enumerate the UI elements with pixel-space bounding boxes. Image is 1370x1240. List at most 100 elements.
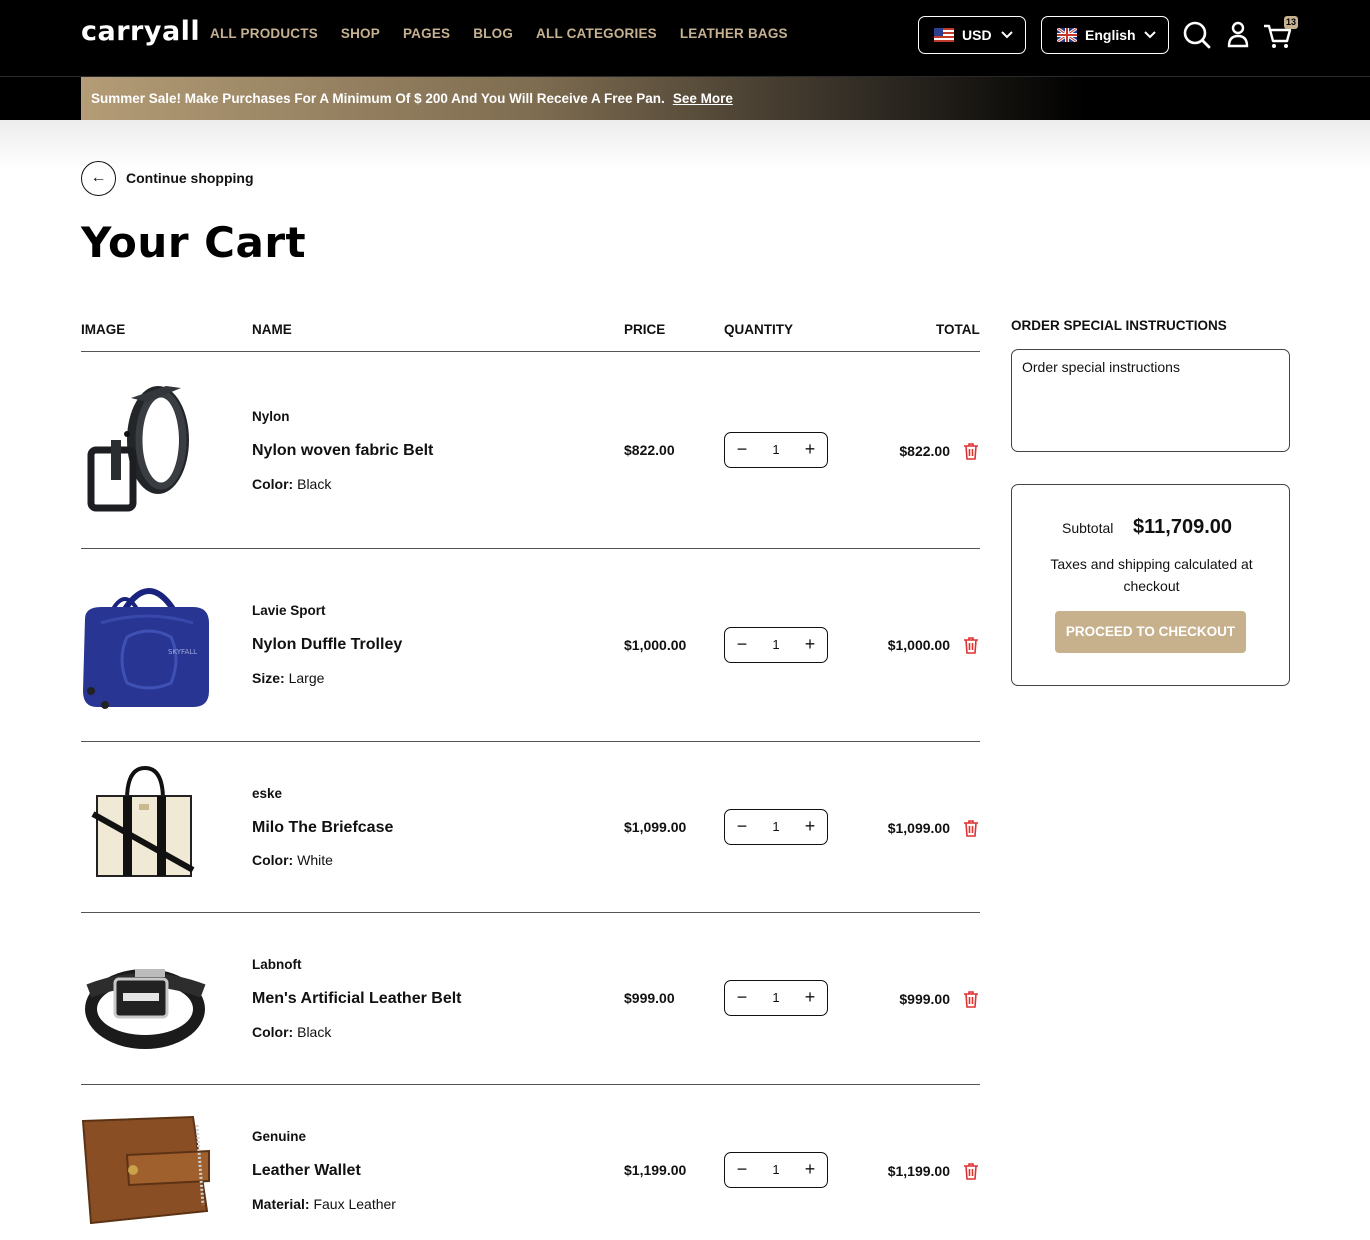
nav-pages[interactable]: PAGES	[403, 26, 450, 41]
user-icon[interactable]	[1222, 18, 1254, 52]
promo-see-more-link[interactable]: See More	[673, 91, 733, 106]
increase-quantity-button[interactable]: +	[795, 981, 825, 1014]
quantity-input[interactable]	[759, 628, 793, 661]
product-image-leather-belt[interactable]	[81, 961, 211, 1053]
language-select[interactable]: English	[1041, 16, 1169, 54]
nav-shop[interactable]: SHOP	[341, 26, 380, 41]
decrease-quantity-button[interactable]: −	[727, 1153, 757, 1186]
quantity-stepper: − +	[724, 980, 828, 1016]
promo-message: Summer Sale! Make Purchases For A Minimu…	[91, 91, 665, 106]
col-header-total: TOTAL	[936, 322, 980, 337]
back-arrow-button[interactable]: ←	[81, 161, 116, 196]
quantity-stepper: − +	[724, 809, 828, 845]
increase-quantity-button[interactable]: +	[795, 810, 825, 843]
search-icon[interactable]	[1181, 18, 1213, 52]
product-price: $1,199.00	[624, 1162, 687, 1178]
col-header-quantity: QUANTITY	[724, 322, 793, 337]
decrease-quantity-button[interactable]: −	[727, 433, 757, 466]
cart-row: Genuine Leather Wallet Material: Faux Le…	[81, 1085, 980, 1240]
product-name[interactable]: Men's Artificial Leather Belt	[252, 990, 461, 1008]
proceed-to-checkout-button[interactable]: PROCEED TO CHECKOUT	[1055, 611, 1246, 653]
option-label: Color:	[252, 476, 294, 492]
option-label: Material:	[252, 1196, 310, 1212]
cart-row: eske Milo The Briefcase Color: White $1,…	[81, 742, 980, 912]
increase-quantity-button[interactable]: +	[795, 628, 825, 661]
subtotal-label: Subtotal	[1062, 520, 1114, 536]
product-vendor: Labnoft	[252, 957, 302, 972]
product-option: Color: White	[252, 852, 333, 868]
page-title: Your Cart	[81, 218, 307, 267]
product-vendor: Lavie Sport	[252, 603, 326, 618]
trash-icon[interactable]	[963, 819, 979, 837]
trash-icon[interactable]	[963, 636, 979, 654]
product-image-duffle-trolley[interactable]: SKYFALL	[81, 579, 211, 711]
product-name[interactable]: Nylon woven fabric Belt	[252, 442, 433, 460]
continue-shopping-link[interactable]: Continue shopping	[126, 170, 254, 186]
col-header-price: PRICE	[624, 322, 666, 337]
header-shadow	[0, 120, 1370, 170]
option-value: Black	[297, 476, 332, 492]
nav-blog[interactable]: BLOG	[473, 26, 513, 41]
option-value: Large	[288, 670, 325, 686]
trash-icon[interactable]	[963, 990, 979, 1008]
increase-quantity-button[interactable]: +	[795, 433, 825, 466]
us-flag-icon	[934, 28, 954, 42]
decrease-quantity-button[interactable]: −	[727, 810, 757, 843]
line-total: $1,099.00	[887, 820, 950, 836]
product-name[interactable]: Leather Wallet	[252, 1162, 361, 1180]
nav-all-categories[interactable]: ALL CATEGORIES	[536, 26, 657, 41]
product-image-nylon-belt[interactable]	[81, 378, 211, 518]
product-option: Color: Black	[252, 1024, 331, 1040]
cart-count-badge: 13	[1284, 16, 1298, 29]
trash-icon[interactable]	[963, 1162, 979, 1180]
product-vendor: eske	[252, 786, 283, 801]
language-value: English	[1085, 27, 1136, 43]
nav-all-products[interactable]: ALL PRODUCTS	[210, 26, 318, 41]
svg-text:SKYFALL: SKYFALL	[168, 648, 197, 656]
uk-flag-icon	[1057, 28, 1077, 42]
product-price: $999.00	[624, 990, 675, 1006]
product-name[interactable]: Nylon Duffle Trolley	[252, 636, 402, 654]
option-value: White	[297, 852, 333, 868]
option-label: Size:	[252, 670, 285, 686]
product-option: Color: Black	[252, 476, 331, 492]
line-total: $822.00	[899, 443, 950, 459]
currency-select[interactable]: USD	[918, 16, 1026, 54]
cart-row: SKYFALL Lavie Sport Nylon Duffle Trolley…	[81, 549, 980, 741]
main-nav: ALL PRODUCTS SHOP PAGES BLOG ALL CATEGOR…	[210, 26, 811, 41]
product-price: $1,099.00	[624, 819, 687, 835]
nav-leather-bags[interactable]: LEATHER BAGS	[680, 26, 788, 41]
product-option: Size: Large	[252, 670, 324, 686]
decrease-quantity-button[interactable]: −	[727, 628, 757, 661]
option-label: Color:	[252, 852, 294, 868]
quantity-stepper: − +	[724, 1152, 828, 1188]
option-value: Faux Leather	[313, 1196, 396, 1212]
decrease-quantity-button[interactable]: −	[727, 981, 757, 1014]
promo-banner: Summer Sale! Make Purchases For A Minimu…	[81, 77, 1370, 120]
trash-icon[interactable]	[963, 442, 979, 460]
chevron-down-icon	[1001, 31, 1013, 39]
subtotal-value: $11,709.00	[1133, 516, 1232, 538]
promo-bar: Summer Sale! Make Purchases For A Minimu…	[0, 77, 1370, 120]
increase-quantity-button[interactable]: +	[795, 1153, 825, 1186]
special-instructions-textarea[interactable]	[1011, 349, 1290, 452]
quantity-stepper: − +	[724, 432, 828, 468]
quantity-input[interactable]	[759, 810, 793, 843]
currency-value: USD	[962, 27, 992, 43]
product-image-leather-wallet[interactable]	[81, 1115, 211, 1225]
cart-row: Nylon Nylon woven fabric Belt Color: Bla…	[81, 352, 980, 548]
product-image-briefcase[interactable]	[81, 766, 211, 880]
product-name[interactable]: Milo The Briefcase	[252, 819, 393, 837]
line-total: $1,000.00	[887, 637, 950, 653]
product-price: $1,000.00	[624, 637, 687, 653]
logo[interactable]: carryall	[81, 16, 200, 47]
line-total: $1,199.00	[887, 1163, 950, 1179]
product-vendor: Nylon	[252, 409, 290, 424]
promo-text: Summer Sale! Make Purchases For A Minimu…	[91, 91, 733, 106]
cart-row: Labnoft Men's Artificial Leather Belt Co…	[81, 913, 980, 1084]
col-header-image: IMAGE	[81, 322, 126, 337]
quantity-input[interactable]	[759, 981, 793, 1014]
quantity-input[interactable]	[759, 1153, 793, 1186]
quantity-input[interactable]	[759, 433, 793, 466]
special-instructions-title: ORDER SPECIAL INSTRUCTIONS	[1011, 318, 1227, 333]
